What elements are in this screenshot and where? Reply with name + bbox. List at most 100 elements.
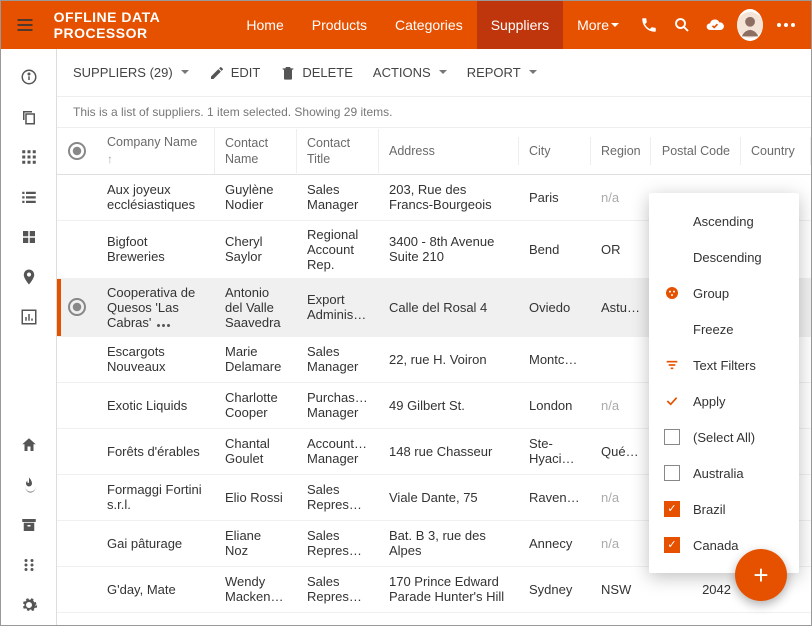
cell-company: Forêts d'érables: [97, 438, 215, 465]
cell-region: Québe…: [591, 438, 651, 465]
menu-group[interactable]: Group: [649, 275, 799, 311]
delete-button[interactable]: DELETE: [280, 65, 353, 81]
side-place-icon[interactable]: [1, 257, 57, 297]
cell-region: MI: [591, 622, 651, 625]
add-fab[interactable]: +: [735, 549, 787, 601]
checkbox-icon: [664, 501, 680, 517]
menu-apply[interactable]: Apply: [649, 383, 799, 419]
select-all-toggle[interactable]: [68, 142, 86, 160]
cell-address: 148 rue Chasseur: [379, 438, 519, 465]
app-title: OFFLINE DATA PROCESSOR: [42, 9, 233, 41]
cell-company: Grandma Kelly's: [97, 622, 215, 625]
side-info-icon[interactable]: [1, 57, 57, 97]
nav-products[interactable]: Products: [298, 1, 381, 49]
col-contact[interactable]: Contact Name: [215, 129, 297, 174]
nav-categories[interactable]: Categories: [381, 1, 477, 49]
cell-title: Sales Representati: [297, 522, 379, 564]
search-icon[interactable]: [666, 16, 699, 34]
cell-city: Ann: [519, 622, 591, 625]
avatar[interactable]: [737, 9, 763, 41]
checkbox-icon: [664, 429, 680, 445]
side-drag-icon[interactable]: [1, 545, 57, 585]
cell-title: Purchasing Manager: [297, 384, 379, 426]
cell-company: G'day, Mate: [97, 576, 215, 603]
side-apps-icon[interactable]: [1, 217, 57, 257]
side-home-icon[interactable]: [1, 425, 57, 465]
actions-dropdown[interactable]: ACTIONS: [373, 65, 447, 80]
side-list-icon[interactable]: [1, 177, 57, 217]
cell-city: Ste-Hyacinthe: [519, 430, 591, 472]
table-row[interactable]: Grandma Kelly'sReginaSales707 Oxford Rd.…: [57, 613, 811, 625]
menu-filter-option[interactable]: Australia: [649, 455, 799, 491]
col-postal[interactable]: Postal Code: [651, 137, 741, 165]
menu-descending[interactable]: Descending: [649, 239, 799, 275]
grid-header: Company Name↑ Contact Name Contact Title…: [57, 128, 811, 175]
cell-region: Asturia…: [591, 294, 651, 321]
phone-icon[interactable]: [633, 16, 666, 34]
menu-icon[interactable]: [9, 15, 42, 35]
cell-address: 49 Gilbert St.: [379, 392, 519, 419]
cell-address: Bat. B 3, rue des Alpes: [379, 522, 519, 564]
nav-suppliers[interactable]: Suppliers: [477, 1, 563, 49]
nav-more[interactable]: More: [563, 1, 633, 49]
cell-contact: Antonio del Valle Saavedra: [215, 279, 297, 336]
side-copy-icon[interactable]: [1, 97, 57, 137]
cell-company: Formaggi Fortini s.r.l.: [97, 476, 215, 518]
row-select[interactable]: [68, 298, 86, 316]
overflow-icon[interactable]: [769, 23, 803, 27]
cell-title: Accounting Manager: [297, 430, 379, 472]
col-country[interactable]: Country: [741, 137, 811, 165]
cell-company: Bigfoot Breweries: [97, 228, 215, 270]
cell-region: n/a: [591, 484, 651, 511]
nav-home[interactable]: Home: [232, 1, 297, 49]
col-company[interactable]: Company Name↑: [97, 128, 215, 174]
checkbox-icon: [664, 465, 680, 481]
row-more-icon[interactable]: [157, 324, 170, 327]
cell-address: 22, rue H. Voiron: [379, 346, 519, 373]
cell-company: Cooperativa de Quesos 'Las Cabras': [97, 279, 215, 336]
cell-address: 3400 - 8th Avenue Suite 210: [379, 228, 519, 270]
col-city[interactable]: City: [519, 137, 591, 165]
menu-text-filters[interactable]: Text Filters: [649, 347, 799, 383]
menu-freeze[interactable]: Freeze: [649, 311, 799, 347]
cell-region: NSW: [591, 576, 651, 603]
cell-company: Gai pâturage: [97, 530, 215, 557]
cell-contact: Marie Delamare: [215, 338, 297, 380]
cell-contact: Eliane Noz: [215, 522, 297, 564]
menu-select-all[interactable]: (Select All): [649, 419, 799, 455]
side-grid-icon[interactable]: [1, 137, 57, 177]
table-row[interactable]: G'day, MateWendy MackenzieSales Represen…: [57, 567, 811, 613]
cell-city: Ravenna: [519, 484, 591, 511]
side-archive-icon[interactable]: [1, 505, 57, 545]
cell-title: Regional Account Rep.: [297, 221, 379, 278]
cell-city: Bend: [519, 236, 591, 263]
cell-region: n/a: [591, 184, 651, 211]
report-dropdown[interactable]: REPORT: [467, 65, 537, 80]
col-region[interactable]: Region: [591, 137, 651, 165]
col-address[interactable]: Address: [379, 137, 519, 165]
side-fire-icon[interactable]: [1, 465, 57, 505]
cell-region: [591, 353, 651, 365]
cell-city: Sydney: [519, 576, 591, 603]
col-title[interactable]: Contact Title: [297, 129, 379, 174]
cell-contact: Elio Rossi: [215, 484, 297, 511]
cell-address: 203, Rue des Francs-Bourgeois: [379, 176, 519, 218]
suppliers-dropdown[interactable]: SUPPLIERS (29): [73, 65, 189, 80]
cell-city: London: [519, 392, 591, 419]
side-settings-icon[interactable]: [1, 585, 57, 625]
cloud-done-icon[interactable]: [698, 15, 731, 35]
checkbox-icon: [664, 537, 680, 553]
cell-region: n/a: [591, 530, 651, 557]
menu-ascending[interactable]: Ascending: [649, 203, 799, 239]
nav: Home Products Categories Suppliers More: [232, 1, 633, 49]
side-chart-icon[interactable]: [1, 297, 57, 337]
cell-title: Sales: [297, 622, 379, 625]
cell-address: Viale Dante, 75: [379, 484, 519, 511]
cell-region: OR: [591, 236, 651, 263]
edit-button[interactable]: EDIT: [209, 65, 261, 81]
info-line: This is a list of suppliers. 1 item sele…: [57, 97, 811, 128]
sidebar: [1, 49, 57, 625]
menu-filter-option[interactable]: Brazil: [649, 491, 799, 527]
cell-title: Sales Representati: [297, 476, 379, 518]
cell-title: Sales Manager: [297, 176, 379, 218]
